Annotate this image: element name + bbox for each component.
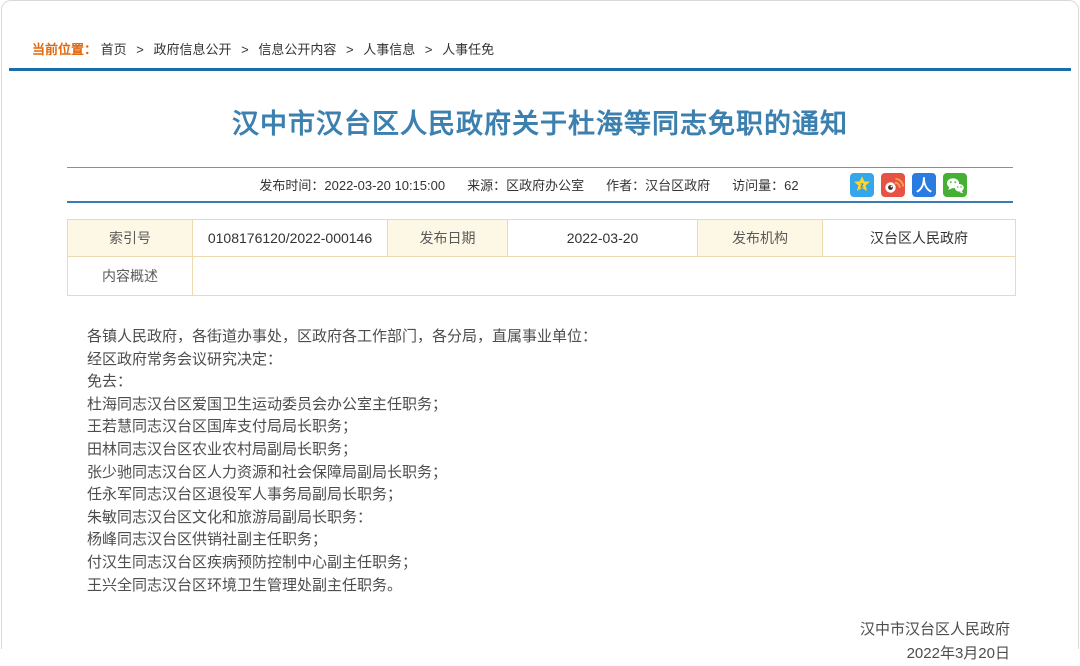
table-row: 索引号 0108176120/2022-000146 发布日期 2022-03-… <box>68 220 1016 257</box>
breadcrumb-label: 当前位置： <box>32 42 97 57</box>
publish-time: 发布时间：2022-03-20 10:15:00 <box>259 175 445 194</box>
signature-block: 汉中市汉台区人民政府 2022年3月20日 <box>2 618 1010 666</box>
visit-count-value: 62 <box>784 178 798 193</box>
publish-date-value: 2022-03-20 <box>508 220 698 257</box>
publish-date-label: 发布日期 <box>388 220 508 257</box>
body-paragraph: 杜海同志汉台区爱国卫生运动委员会办公室主任职务； <box>87 394 1013 417</box>
publish-org-value: 汉台区人民政府 <box>823 220 1016 257</box>
document-info-table: 索引号 0108176120/2022-000146 发布日期 2022-03-… <box>67 219 1016 296</box>
svg-text:人: 人 <box>916 177 933 195</box>
body-paragraph: 免去： <box>87 371 1013 394</box>
source: 来源：区政府办公室 <box>467 175 584 194</box>
source-value: 区政府办公室 <box>506 178 584 193</box>
breadcrumb-item-personnel-info[interactable]: 人事信息 <box>363 42 415 57</box>
renren-share-icon[interactable]: 人 <box>912 173 936 197</box>
body-paragraph: 王若慧同志汉台区国库支付局局长职务； <box>87 416 1013 439</box>
source-label: 来源： <box>467 178 506 193</box>
signature-org: 汉中市汉台区人民政府 <box>2 618 1010 642</box>
breadcrumb-separator: > <box>136 42 144 57</box>
breadcrumb-separator: > <box>425 42 433 57</box>
body-paragraph: 付汉生同志汉台区疾病预防控制中心副主任职务； <box>87 552 1013 575</box>
index-number-label: 索引号 <box>68 220 193 257</box>
share-toolbar: z 人 <box>850 173 967 197</box>
body-paragraph: 朱敏同志汉台区文化和旅游局副局长职务： <box>87 507 1013 530</box>
publish-time-label: 发布时间： <box>259 178 324 193</box>
visit-count-label: 访问量： <box>732 178 784 193</box>
breadcrumb-item-home[interactable]: 首页 <box>101 42 127 57</box>
body-paragraph: 张少驰同志汉台区人力资源和社会保障局副局长职务； <box>87 462 1013 485</box>
wechat-share-icon[interactable] <box>943 173 967 197</box>
page-container: 当前位置： 首页 > 政府信息公开 > 信息公开内容 > 人事信息 > 人事任免… <box>1 0 1079 649</box>
breadcrumb-divider <box>9 68 1071 71</box>
breadcrumb-item-appointments[interactable]: 人事任免 <box>442 42 494 57</box>
page-title: 汉中市汉台区人民政府关于杜海等同志免职的通知 <box>2 102 1078 141</box>
qzone-share-icon[interactable]: z <box>850 173 874 197</box>
content-summary-value <box>193 257 1016 296</box>
author: 作者：汉台区政府 <box>606 175 710 194</box>
weibo-share-icon[interactable] <box>881 173 905 197</box>
body-paragraph: 任永军同志汉台区退役军人事务局副局长职务； <box>87 484 1013 507</box>
breadcrumb-item-gov-info[interactable]: 政府信息公开 <box>154 42 232 57</box>
breadcrumb-separator: > <box>241 42 249 57</box>
table-row: 内容概述 <box>68 257 1016 296</box>
breadcrumb: 当前位置： 首页 > 政府信息公开 > 信息公开内容 > 人事信息 > 人事任免 <box>2 1 1078 68</box>
index-number-value: 0108176120/2022-000146 <box>193 220 388 257</box>
document-body: 各镇人民政府，各街道办事处，区政府各工作部门，各分局，直属事业单位： 经区政府常… <box>87 326 1013 597</box>
breadcrumb-item-info-content[interactable]: 信息公开内容 <box>258 42 336 57</box>
svg-text:z: z <box>860 182 864 189</box>
body-paragraph: 田林同志汉台区农业农村局副局长职务； <box>87 439 1013 462</box>
body-paragraph: 各镇人民政府，各街道办事处，区政府各工作部门，各分局，直属事业单位： <box>87 326 1013 349</box>
breadcrumb-separator: > <box>346 42 354 57</box>
publish-org-label: 发布机构 <box>698 220 823 257</box>
content-summary-label: 内容概述 <box>68 257 193 296</box>
publish-time-value: 2022-03-20 10:15:00 <box>324 178 445 193</box>
author-value: 汉台区政府 <box>645 178 710 193</box>
visit-count: 访问量：62 <box>732 175 798 194</box>
body-paragraph: 经区政府常务会议研究决定： <box>87 349 1013 372</box>
author-label: 作者： <box>606 178 645 193</box>
article-meta-bar: 发布时间：2022-03-20 10:15:00 来源：区政府办公室 作者：汉台… <box>67 167 1013 203</box>
signature-date: 2022年3月20日 <box>2 642 1010 666</box>
body-paragraph: 杨峰同志汉台区供销社副主任职务； <box>87 529 1013 552</box>
body-paragraph: 王兴全同志汉台区环境卫生管理处副主任职务。 <box>87 575 1013 598</box>
